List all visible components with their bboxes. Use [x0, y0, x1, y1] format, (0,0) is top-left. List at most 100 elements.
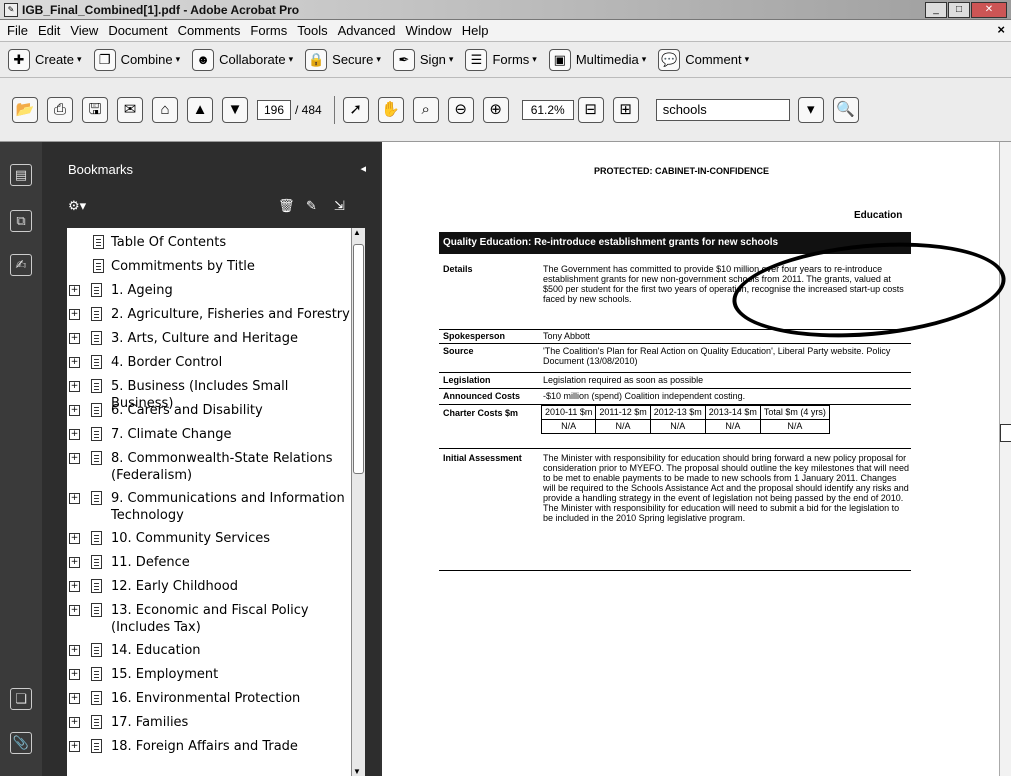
bookmarks-scrollbar[interactable]: ▲ ▼ — [351, 228, 365, 776]
search-input[interactable]: schools — [655, 98, 790, 121]
table-cell: N/A — [595, 419, 651, 434]
expand-icon[interactable]: + — [69, 741, 80, 752]
bookmark-icon — [91, 379, 102, 393]
open-icon[interactable]: 📂 — [12, 96, 38, 123]
scrollbar-thumb[interactable] — [353, 244, 364, 474]
collapse-panel-icon[interactable]: ◂ — [360, 162, 366, 175]
zoom-in-icon[interactable]: ⊕ — [482, 96, 509, 123]
scrollbar-thumb[interactable] — [1000, 424, 1011, 442]
expand-icon[interactable]: + — [69, 533, 80, 544]
secure-button[interactable]: 🔒 Secure ▾ — [305, 48, 381, 71]
forms-icon: ☰ — [465, 48, 488, 71]
document-view[interactable]: PROTECTED: CABINET-IN-CONFIDENCE Educati… — [380, 142, 1011, 776]
legislation-label: Legislation — [443, 375, 491, 385]
scroll-up-icon[interactable]: ▲ — [353, 228, 361, 237]
divider — [439, 570, 911, 571]
network-icon[interactable]: ⌂ — [152, 96, 178, 123]
attachments-icon[interactable]: 📎 — [10, 732, 32, 754]
new-bookmark-icon[interactable]: ✎ — [306, 198, 317, 214]
print-icon[interactable]: ⎙ — [47, 96, 73, 123]
delete-bookmark-icon[interactable]: 🗑 — [278, 198, 295, 214]
expand-icon[interactable]: + — [69, 309, 80, 320]
fit-page-icon[interactable]: ⊟ — [577, 96, 604, 123]
expand-icon[interactable]: + — [69, 493, 80, 504]
chevron-down-icon: ▾ — [77, 54, 82, 64]
table-header: 2012-13 $m — [649, 405, 706, 420]
menu-forms[interactable]: Forms — [245, 23, 292, 38]
expand-icon[interactable]: + — [69, 357, 80, 368]
bookmarks-icon[interactable]: ⧉ — [10, 210, 32, 232]
scroll-down-icon[interactable]: ▼ — [353, 767, 361, 776]
minimize-button[interactable]: _ — [925, 2, 947, 18]
search-options-icon[interactable]: ▾ — [797, 96, 824, 123]
create-button[interactable]: ✚ Create ▾ — [8, 48, 82, 71]
document-scrollbar[interactable] — [999, 142, 1011, 776]
expand-icon[interactable]: + — [69, 693, 80, 704]
layers-icon[interactable]: ❏ — [10, 688, 32, 710]
pages-icon[interactable]: ▤ — [10, 164, 32, 186]
maximize-button[interactable]: □ — [948, 2, 970, 18]
expand-icon[interactable]: + — [69, 557, 80, 568]
signatures-icon[interactable]: ✍ — [10, 254, 32, 276]
task-toolbar: ✚ Create ▾ ❐ Combine ▾ ☻ Collaborate ▾ 🔒 Se… — [0, 42, 1011, 78]
close-button[interactable]: ✕ — [971, 2, 1007, 18]
close-document-icon[interactable]: × — [997, 22, 1005, 37]
fit-width-icon[interactable]: ⊞ — [612, 96, 639, 123]
menu-tools[interactable]: Tools — [292, 23, 332, 38]
next-page-icon[interactable]: ▼ — [222, 96, 248, 123]
menu-window[interactable]: Window — [400, 23, 456, 38]
expand-icon[interactable]: + — [69, 381, 80, 392]
expand-icon[interactable]: + — [69, 669, 80, 680]
table-header: 2011-12 $m — [595, 405, 651, 420]
table-cell: N/A — [649, 419, 706, 434]
marquee-zoom-icon[interactable]: ⌕ — [412, 96, 439, 123]
bookmark-icon — [91, 667, 102, 681]
expand-icon[interactable]: + — [69, 453, 80, 464]
chevron-down-icon: ▾ — [376, 54, 381, 64]
comment-button[interactable]: 💬 Comment ▾ — [658, 48, 750, 71]
expand-icon[interactable]: + — [69, 405, 80, 416]
bookmark-icon — [91, 491, 102, 505]
menu-file[interactable]: File — [2, 23, 33, 38]
expand-icon[interactable]: + — [69, 581, 80, 592]
expand-bookmark-icon[interactable]: ⇲ — [334, 198, 345, 214]
expand-icon[interactable]: + — [69, 429, 80, 440]
menu-view[interactable]: View — [65, 23, 103, 38]
expand-icon[interactable]: + — [69, 285, 80, 296]
save-icon[interactable]: 🖫 — [82, 96, 108, 123]
sign-button[interactable]: ✒ Sign ▾ — [392, 48, 454, 71]
menu-advanced[interactable]: Advanced — [333, 23, 401, 38]
select-tool-icon[interactable]: ➚ — [342, 96, 369, 123]
forms-button[interactable]: ☰ Forms ▾ — [465, 48, 537, 71]
menu-edit[interactable]: Edit — [33, 23, 65, 38]
options-icon[interactable]: ⚙▾ — [68, 198, 86, 214]
menu-bar: File Edit View Document Comments Forms T… — [0, 20, 1011, 42]
navigation-pane-strip: ▤ ⧉ ✍ ❏ 📎 — [0, 142, 42, 776]
table-cell: N/A — [704, 419, 761, 434]
zoom-level-input[interactable]: 61.2% — [521, 99, 574, 120]
multimedia-button[interactable]: ▣ Multimedia ▾ — [548, 48, 646, 71]
previous-page-icon[interactable]: ▲ — [187, 96, 213, 123]
menu-document[interactable]: Document — [103, 23, 172, 38]
bookmark-icon — [91, 427, 102, 441]
expand-icon[interactable]: + — [69, 645, 80, 656]
expand-icon[interactable]: + — [69, 717, 80, 728]
collaborate-label: Collaborate — [219, 52, 286, 67]
menu-help[interactable]: Help — [457, 23, 494, 38]
find-icon[interactable]: 🔍 — [832, 96, 859, 123]
classification-label: PROTECTED: CABINET-IN-CONFIDENCE — [594, 166, 769, 176]
bookmark-icon — [91, 739, 102, 753]
email-icon[interactable]: ✉ — [117, 96, 143, 123]
menu-comments[interactable]: Comments — [173, 23, 246, 38]
hand-tool-icon[interactable]: ✋ — [377, 96, 404, 123]
divider — [439, 343, 911, 344]
chevron-down-icon: ▾ — [744, 54, 750, 64]
chevron-down-icon: ▾ — [448, 54, 454, 64]
combine-button[interactable]: ❐ Combine ▾ — [93, 48, 180, 71]
bookmark-label: 13. Economic and Fiscal Policy — [111, 603, 309, 618]
expand-icon[interactable]: + — [69, 333, 80, 344]
page-number-input[interactable]: 196 — [257, 99, 291, 120]
expand-icon[interactable]: + — [69, 605, 80, 616]
zoom-out-icon[interactable]: ⊖ — [447, 96, 474, 123]
collaborate-button[interactable]: ☻ Collaborate ▾ — [192, 48, 293, 71]
